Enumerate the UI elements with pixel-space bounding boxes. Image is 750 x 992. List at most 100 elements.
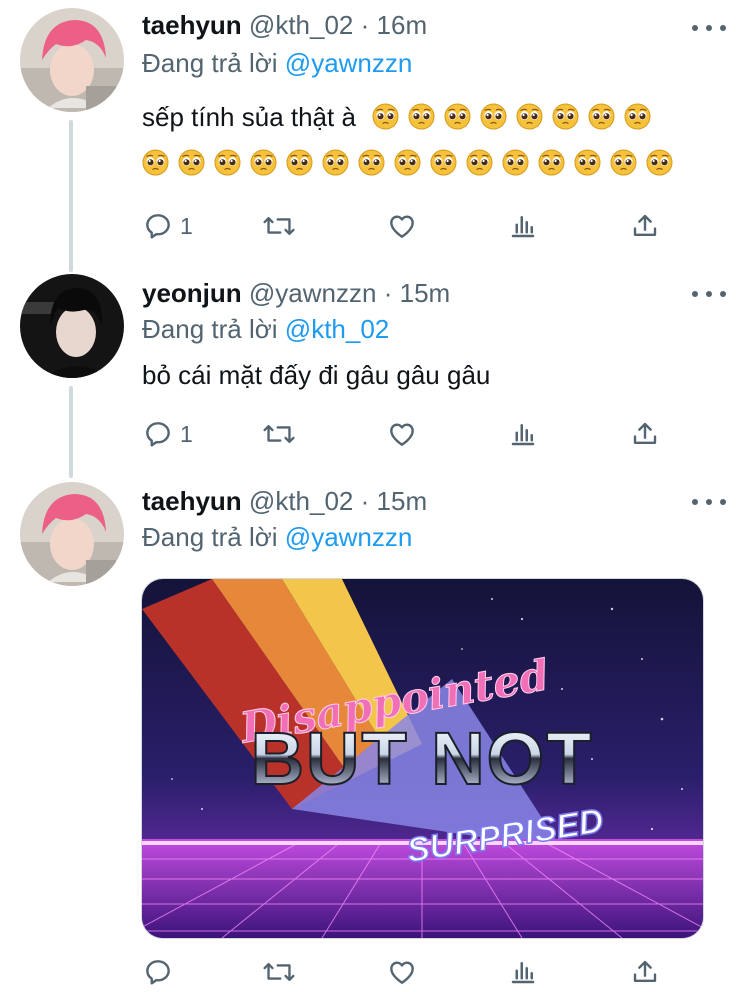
heart-icon xyxy=(390,215,414,238)
separator: · xyxy=(360,486,370,516)
retweet-icon xyxy=(263,962,295,982)
pleading-face-emoji xyxy=(358,149,385,176)
retweet-icon xyxy=(263,424,295,444)
timestamp[interactable]: 15m xyxy=(377,486,428,516)
timestamp[interactable]: 16m xyxy=(377,10,428,40)
pleading-face-emoji xyxy=(322,149,349,176)
pleading-face-emoji xyxy=(574,149,601,176)
pleading-face-emoji xyxy=(394,149,421,176)
display-name[interactable]: yeonjun xyxy=(142,278,242,308)
share-icon xyxy=(633,214,657,236)
reply-count: 1 xyxy=(180,212,193,239)
replying-to-label: Đang trả lời xyxy=(142,522,278,552)
heart-icon xyxy=(390,423,414,446)
like-button[interactable] xyxy=(386,414,418,454)
analytics-icon xyxy=(511,962,535,984)
replying-to: Đang trả lời @yawnzzn xyxy=(142,522,412,553)
tweet-text: bỏ cái mặt đấy đi gâu gâu gâu xyxy=(142,360,491,390)
tweet-actions: 1 xyxy=(142,206,702,246)
heart-icon xyxy=(390,961,414,984)
tweet-media-image[interactable]: Disappointed BUT NOT SURPRISED xyxy=(141,578,704,939)
mention-link[interactable]: @yawnzzn xyxy=(285,48,413,78)
more-icon[interactable] xyxy=(692,18,726,38)
pleading-face-emoji xyxy=(646,149,673,176)
like-button[interactable] xyxy=(386,952,418,992)
emoji-group xyxy=(363,102,651,132)
pleading-face-emoji xyxy=(538,149,565,176)
reply-button[interactable]: 1 xyxy=(142,414,193,454)
retweet-button[interactable] xyxy=(262,414,296,454)
reply-icon xyxy=(146,422,170,447)
pleading-face-emoji xyxy=(502,149,529,176)
avatar-dark-hair-image xyxy=(20,274,124,378)
username[interactable]: @yawnzzn xyxy=(249,278,377,308)
reply-icon xyxy=(146,960,170,985)
timestamp[interactable]: 15m xyxy=(400,278,451,308)
pleading-face-emoji xyxy=(142,149,169,176)
pleading-face-emoji xyxy=(624,103,651,130)
pleading-face-emoji xyxy=(250,149,277,176)
mention-link[interactable]: @yawnzzn xyxy=(285,522,413,552)
replying-to-label: Đang trả lời xyxy=(142,314,278,344)
analytics-icon xyxy=(511,424,535,446)
analytics-button[interactable] xyxy=(508,206,538,246)
reply-count: 1 xyxy=(180,420,193,447)
tweet-actions xyxy=(142,952,702,992)
replying-to-label: Đang trả lời xyxy=(142,48,278,78)
tweet-header: taehyun @kth_02 · 15m xyxy=(142,486,427,517)
avatar-pink-hair-image xyxy=(20,8,124,112)
pleading-face-emoji xyxy=(408,103,435,130)
emoji-group xyxy=(133,140,673,186)
pleading-face-emoji xyxy=(466,149,493,176)
tweet[interactable]: yeonjun @yawnzzn · 15m Đang trả lời @kth… xyxy=(0,270,750,468)
retweet-button[interactable] xyxy=(262,206,296,246)
pleading-face-emoji xyxy=(444,103,471,130)
share-button[interactable] xyxy=(630,414,660,454)
separator: · xyxy=(360,10,370,40)
share-button[interactable] xyxy=(630,952,660,992)
display-name[interactable]: taehyun xyxy=(142,10,242,40)
tweet-header: taehyun @kth_02 · 16m xyxy=(142,10,427,41)
like-button[interactable] xyxy=(386,206,418,246)
tweet-text-content: sếp tính sủa thật à xyxy=(142,102,356,132)
more-icon[interactable] xyxy=(692,284,726,304)
replying-to: Đang trả lời @yawnzzn xyxy=(142,48,412,79)
username[interactable]: @kth_02 xyxy=(249,486,353,516)
share-button[interactable] xyxy=(630,206,660,246)
tweet-text: sếp tính sủa thật à xyxy=(142,94,673,186)
username[interactable]: @kth_02 xyxy=(249,10,353,40)
pleading-face-emoji xyxy=(610,149,637,176)
analytics-button[interactable] xyxy=(508,414,538,454)
tweet-header: yeonjun @yawnzzn · 15m xyxy=(142,278,450,309)
analytics-icon xyxy=(511,216,535,238)
pleading-face-emoji xyxy=(480,103,507,130)
reply-button[interactable]: 1 xyxy=(142,206,193,246)
pleading-face-emoji xyxy=(372,103,399,130)
meme-image: Disappointed BUT NOT SURPRISED xyxy=(142,579,703,938)
share-icon xyxy=(633,422,657,444)
pleading-face-emoji xyxy=(178,149,205,176)
pleading-face-emoji xyxy=(588,103,615,130)
pleading-face-emoji xyxy=(516,103,543,130)
pleading-face-emoji xyxy=(286,149,313,176)
avatar-pink-hair-image xyxy=(20,482,124,586)
separator: · xyxy=(383,278,393,308)
more-icon[interactable] xyxy=(692,492,726,512)
replying-to: Đang trả lời @kth_02 xyxy=(142,314,389,345)
avatar[interactable] xyxy=(20,274,124,378)
retweet-icon xyxy=(263,216,295,236)
avatar[interactable] xyxy=(20,8,124,112)
retweet-button[interactable] xyxy=(262,952,296,992)
pleading-face-emoji xyxy=(214,149,241,176)
analytics-button[interactable] xyxy=(508,952,538,992)
display-name[interactable]: taehyun xyxy=(142,486,242,516)
avatar[interactable] xyxy=(20,482,124,586)
pleading-face-emoji xyxy=(552,103,579,130)
tweet[interactable]: taehyun @kth_02 · 16m Đang trả lời @yawn… xyxy=(0,0,750,262)
tweet-actions: 1 xyxy=(142,414,702,454)
reply-button[interactable] xyxy=(142,952,174,992)
meme-text-line2: BUT NOT xyxy=(251,717,594,800)
mention-link[interactable]: @kth_02 xyxy=(285,314,389,344)
reply-icon xyxy=(146,214,170,239)
share-icon xyxy=(633,960,657,982)
